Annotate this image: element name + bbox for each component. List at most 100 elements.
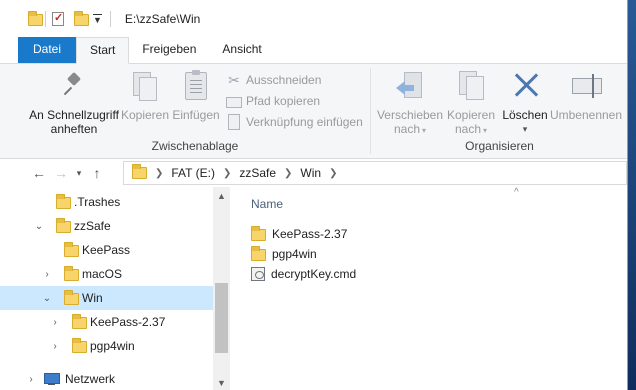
paste-shortcut-button-label: Verknüpfung einfügen: [246, 115, 363, 129]
cmd-file-icon: [251, 267, 265, 281]
chevron-down-icon[interactable]: ⌄: [42, 293, 52, 304]
tree-item-win[interactable]: ⌄ Win: [0, 286, 213, 310]
organize-group-label: Organisieren: [465, 139, 534, 153]
tab-start[interactable]: Start: [76, 37, 130, 64]
paste-icon: [180, 70, 212, 102]
cut-button-label: Ausschneiden: [246, 73, 322, 87]
quick-access-toolbar: ▼: [0, 0, 117, 38]
copy-button[interactable]: Kopieren: [120, 70, 170, 122]
tree-item-label: KeePass: [82, 243, 131, 257]
move-to-button[interactable]: Verschieben nach ▾: [375, 70, 445, 138]
chevron-right-icon[interactable]: ›: [50, 317, 60, 328]
dropdown-arrow-icon: ▾: [422, 126, 427, 135]
customize-toolbar-dropdown-icon[interactable]: ▼: [93, 14, 102, 25]
tree-item-trashes[interactable]: .Trashes: [0, 190, 213, 214]
tree-item-label: macOS: [82, 267, 123, 281]
navigation-scrollbar[interactable]: ▲ ▼: [213, 187, 230, 390]
breadcrumb-drive[interactable]: FAT (E:): [171, 166, 215, 180]
file-name: KeePass-2.37: [272, 227, 348, 241]
paste-button[interactable]: Einfügen: [171, 70, 221, 122]
tree-item-label: KeePass-2.37: [90, 315, 166, 329]
file-row-decryptkey[interactable]: decryptKey.cmd: [251, 264, 356, 284]
pin-quick-access-button[interactable]: An Schnellzugriff anheften: [28, 70, 120, 136]
address-bar[interactable]: ❯ FAT (E:) ❯ zzSafe ❯ Win ❯: [123, 161, 627, 185]
folder-icon: [72, 338, 87, 353]
up-arrow-icon[interactable]: ↑: [86, 165, 108, 181]
chevron-right-icon[interactable]: ›: [42, 269, 52, 280]
folder-icon: [28, 11, 43, 26]
back-arrow-icon[interactable]: ←: [28, 165, 50, 181]
pin-button-label: An Schnellzugriff: [29, 108, 119, 122]
chevron-down-icon[interactable]: ⌄: [34, 221, 44, 232]
folder-icon: [72, 314, 87, 329]
move-to-label-word: nach: [393, 122, 420, 136]
move-to-label: Verschieben: [376, 108, 444, 122]
pin-button-label-line2: anheften: [50, 122, 98, 136]
rename-icon: [570, 70, 602, 102]
new-folder-icon[interactable]: [74, 11, 89, 26]
copy-path-button[interactable]: Pfad kopieren: [226, 91, 320, 111]
tree-item-zzsafe[interactable]: ⌄ zzSafe: [0, 214, 213, 238]
window-title: E:\zzSafe\Win: [124, 12, 201, 26]
chevron-right-icon[interactable]: ›: [26, 374, 36, 385]
toolbar-divider: [45, 11, 46, 27]
folder-icon: [251, 246, 266, 261]
delete-dropdown-icon[interactable]: ▾: [501, 122, 549, 136]
breadcrumb-win[interactable]: Win: [300, 166, 321, 180]
file-row-keepass-237[interactable]: KeePass-2.37: [251, 224, 347, 244]
scrollbar-thumb[interactable]: [215, 283, 228, 353]
tab-view[interactable]: Ansicht: [209, 37, 274, 63]
copy-path-icon: [226, 96, 242, 108]
delete-x-icon: [509, 70, 541, 102]
shortcut-icon: [228, 114, 240, 130]
delete-button[interactable]: Löschen ▾: [501, 70, 549, 136]
breadcrumb-chevron-icon[interactable]: ❯: [155, 168, 163, 179]
breadcrumb-zzsafe[interactable]: zzSafe: [239, 166, 276, 180]
folder-icon: [251, 226, 266, 241]
copy-to-icon: [455, 70, 487, 102]
tab-file[interactable]: Datei: [18, 37, 76, 63]
file-row-pgp4win[interactable]: pgp4win: [251, 244, 317, 264]
tree-item-pgp4win[interactable]: › pgp4win: [0, 334, 213, 358]
folder-icon: [64, 266, 79, 281]
breadcrumb-chevron-icon[interactable]: ❯: [329, 168, 337, 179]
delete-label: Löschen: [502, 108, 548, 122]
paste-shortcut-button[interactable]: Verknüpfung einfügen: [226, 112, 363, 132]
explorer-window: ▼ E:\zzSafe\Win Datei Start Freigeben An…: [0, 0, 628, 390]
tab-share[interactable]: Freigeben: [129, 37, 209, 63]
breadcrumb-chevron-icon[interactable]: ❯: [223, 168, 231, 179]
cut-button[interactable]: ✂ Ausschneiden: [226, 70, 321, 90]
properties-icon[interactable]: [52, 11, 64, 26]
tree-item-label: Win: [82, 291, 103, 305]
copy-to-label-word: nach: [454, 122, 481, 136]
ribbon-panel: An Schnellzugriff anheften Kopieren Einf…: [0, 64, 627, 159]
rename-label: Umbenennen: [549, 108, 623, 122]
tree-item-label: .Trashes: [74, 195, 121, 209]
rename-button[interactable]: Umbenennen: [549, 70, 623, 122]
folder-icon: [56, 218, 71, 233]
scroll-up-icon[interactable]: ▲: [213, 191, 230, 201]
file-list: ^ Name KeePass-2.37 pgp4win decryptKey.c…: [231, 187, 627, 390]
tree-item-macos[interactable]: › macOS: [0, 262, 213, 286]
file-name: decryptKey.cmd: [271, 267, 357, 281]
forward-arrow-icon[interactable]: →: [50, 165, 72, 181]
copy-to-button[interactable]: Kopieren nach ▾: [443, 70, 499, 138]
file-name: pgp4win: [272, 247, 317, 261]
navigation-bar: ← → ▾ ↑ ❯ FAT (E:) ❯ zzSafe ❯ Win ❯: [0, 159, 627, 187]
tree-item-keepass[interactable]: KeePass: [0, 238, 213, 262]
copy-path-button-label: Pfad kopieren: [246, 94, 321, 108]
tree-item-network[interactable]: › Netzwerk: [0, 367, 213, 390]
breadcrumb-chevron-icon[interactable]: ❯: [284, 168, 292, 179]
pin-icon: [58, 70, 90, 102]
ribbon-tabs: Datei Start Freigeben Ansicht: [0, 37, 627, 64]
recent-locations-chevron-icon[interactable]: ▾: [72, 168, 86, 179]
tree-item-keepass-237[interactable]: › KeePass-2.37: [0, 310, 213, 334]
scroll-down-icon[interactable]: ▼: [213, 378, 230, 388]
chevron-right-icon[interactable]: ›: [50, 341, 60, 352]
copy-to-label-line2: nach ▾: [443, 122, 499, 138]
desktop-background: [628, 0, 636, 390]
column-header-name[interactable]: Name: [251, 197, 283, 211]
organize-group: Verschieben nach ▾ Kopieren nach ▾ Löschen…: [371, 64, 628, 159]
navigation-pane: .Trashes ⌄ zzSafe KeePass › macOS ⌄ Win …: [0, 187, 230, 390]
toolbar-divider: [109, 11, 111, 27]
